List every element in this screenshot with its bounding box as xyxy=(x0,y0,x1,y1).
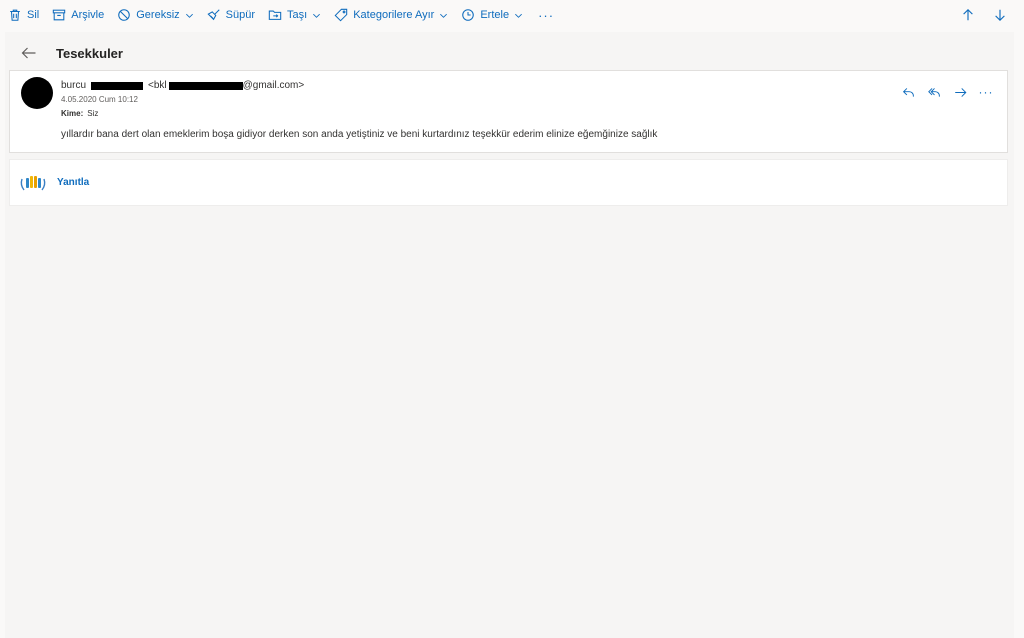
chevron-down-icon xyxy=(313,13,321,18)
reading-pane: Tesekkuler burcu <bkl @gmail.com> 4.05.2… xyxy=(5,32,1014,638)
forward-button[interactable] xyxy=(951,83,969,101)
reply-link[interactable]: Yanıtla xyxy=(57,177,89,188)
page-title: Tesekkuler xyxy=(56,45,123,61)
command-toolbar: Sil Arşivle Gereksiz Süpür Taşı Kategori… xyxy=(0,0,1024,30)
sweep-button[interactable]: Süpür xyxy=(207,0,255,30)
delete-label: Sil xyxy=(27,9,40,21)
message-navigation xyxy=(946,0,1010,30)
broom-icon xyxy=(207,9,220,21)
message-card: burcu <bkl @gmail.com> 4.05.2020 Cum 10:… xyxy=(9,70,1008,153)
sender-email-domain: @gmail.com> xyxy=(242,80,305,91)
archive-button[interactable]: Arşivle xyxy=(52,0,104,30)
message-date: 4.05.2020 Cum 10:12 xyxy=(61,95,138,104)
archive-label: Arşivle xyxy=(71,9,105,21)
to-label: Kime: xyxy=(61,109,84,118)
previous-message-button[interactable] xyxy=(958,5,978,25)
next-message-button[interactable] xyxy=(990,5,1010,25)
junk-button[interactable]: Gereksiz xyxy=(117,0,193,30)
reply-logo-icon xyxy=(20,175,46,190)
trash-icon xyxy=(10,9,20,21)
block-icon xyxy=(118,9,131,21)
redaction-bar xyxy=(91,81,144,90)
reply-icon xyxy=(902,87,914,97)
avatar xyxy=(21,77,53,109)
move-button[interactable]: Taşı xyxy=(268,0,321,30)
chevron-down-icon xyxy=(185,13,193,18)
categorize-button[interactable]: Kategorilere Ayır xyxy=(334,0,448,30)
arrow-down-icon xyxy=(995,9,1005,22)
to-value: Siz xyxy=(87,109,99,118)
recipient-line: Kime: Siz xyxy=(61,109,98,118)
redaction-bar xyxy=(168,81,243,90)
clock-icon xyxy=(462,9,475,21)
back-button[interactable] xyxy=(19,43,39,63)
arrow-left-icon xyxy=(21,47,36,59)
sender-line: burcu <bkl @gmail.com> xyxy=(61,80,304,91)
move-label: Taşı xyxy=(287,9,308,21)
message-actions: ··· xyxy=(891,83,995,101)
reply-all-icon xyxy=(927,87,940,97)
chevron-down-icon xyxy=(515,13,523,18)
snooze-button[interactable]: Ertele xyxy=(461,0,523,30)
snooze-label: Ertele xyxy=(480,9,510,21)
categorize-label: Kategorilere Ayır xyxy=(353,9,435,21)
sender-email-prefix: <bkl xyxy=(148,80,167,91)
quick-reply-bar[interactable]: Yanıtla xyxy=(9,159,1008,206)
delete-button[interactable]: Sil xyxy=(8,0,39,30)
chevron-down-icon xyxy=(440,13,448,18)
message-more-button[interactable]: ··· xyxy=(977,83,995,101)
reply-button[interactable] xyxy=(899,83,917,101)
forward-icon xyxy=(954,87,966,97)
junk-label: Gereksiz xyxy=(136,9,180,21)
subject-bar: Tesekkuler xyxy=(19,42,123,64)
sender-name: burcu xyxy=(61,80,87,91)
message-body: yıllardır bana dert olan emeklerim boşa … xyxy=(61,129,658,140)
folder-move-icon xyxy=(268,10,282,20)
archive-icon xyxy=(53,9,66,21)
tag-icon xyxy=(334,8,348,22)
arrow-up-icon xyxy=(963,8,973,21)
reply-all-button[interactable] xyxy=(925,83,943,101)
sweep-label: Süpür xyxy=(225,9,256,21)
more-actions-button[interactable]: ··· xyxy=(538,8,554,23)
